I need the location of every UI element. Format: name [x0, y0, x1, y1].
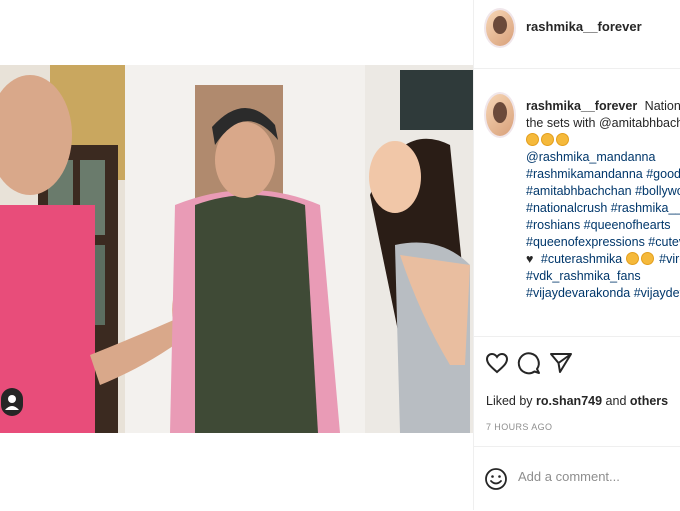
caption-avatar[interactable]	[484, 92, 516, 138]
emoji-icon	[625, 252, 639, 265]
post-header: rashmika__forever	[474, 0, 680, 69]
hashtag-link[interactable]: #vijaydevarakonda #vijaydevarakonda	[526, 286, 680, 300]
post-photo[interactable]	[0, 65, 473, 433]
comment-input[interactable]	[518, 469, 668, 484]
hashtag-link[interactable]: #rashmikamandanna #goodbye	[526, 167, 680, 181]
post-actions	[474, 340, 680, 390]
emoji-icon	[541, 133, 554, 146]
hashtag-link[interactable]: #amitabhbachchan #bollywood	[526, 184, 680, 198]
heart-icon[interactable]	[484, 350, 510, 376]
header-username[interactable]: rashmika__forever	[526, 19, 642, 34]
likes-others-link[interactable]: others	[630, 394, 668, 408]
photo-image	[0, 65, 473, 433]
comment-icon[interactable]	[516, 350, 542, 376]
hashtag-link[interactable]: #viroshfans	[659, 252, 680, 266]
comment-row	[474, 446, 680, 511]
caption-line: National crush	[644, 99, 680, 113]
caption-area[interactable]: rashmika__forever National crush the set…	[474, 68, 680, 337]
emoji-icon	[640, 252, 654, 265]
user-tag-icon[interactable]	[1, 388, 23, 416]
post-side-panel: rashmika__forever rashmika__forever Nati…	[473, 0, 680, 510]
hashtag-link[interactable]: #nationalcrush #rashmika__forever	[526, 201, 680, 215]
caption-username[interactable]: rashmika__forever	[526, 99, 637, 113]
mention-link[interactable]: @rashmika_mandanna	[526, 150, 655, 164]
hashtag-link[interactable]: #queenofexpressions #cutevijra	[526, 235, 680, 249]
emoji-row	[526, 132, 680, 149]
likes-user-link[interactable]: ro.shan749	[536, 394, 602, 408]
caption-line: the sets with @amitabhbachchan	[526, 116, 680, 130]
emoji-icon	[526, 133, 539, 146]
share-icon[interactable]	[548, 350, 574, 376]
avatar[interactable]	[484, 8, 516, 48]
black-heart-icon: ♥	[526, 252, 534, 266]
likes-and: and	[605, 394, 627, 408]
instagram-post: rashmika__forever rashmika__forever Nati…	[0, 0, 680, 510]
post-timestamp[interactable]: 7 HOURS AGO	[486, 422, 552, 432]
hashtag-link[interactable]: #vdk_rashmika_fans	[526, 269, 641, 283]
likes-summary: Liked by ro.shan749 and others	[486, 394, 668, 408]
hashtag-link[interactable]: #roshians #queenofhearts	[526, 218, 671, 232]
emoji-icon[interactable]	[484, 467, 508, 491]
emoji-icon	[556, 133, 569, 146]
post-media	[0, 0, 473, 510]
likes-prefix: Liked by	[486, 394, 533, 408]
caption-text: rashmika__forever National crush the set…	[526, 98, 680, 302]
hashtag-link[interactable]: #cuterashmika	[541, 252, 622, 266]
